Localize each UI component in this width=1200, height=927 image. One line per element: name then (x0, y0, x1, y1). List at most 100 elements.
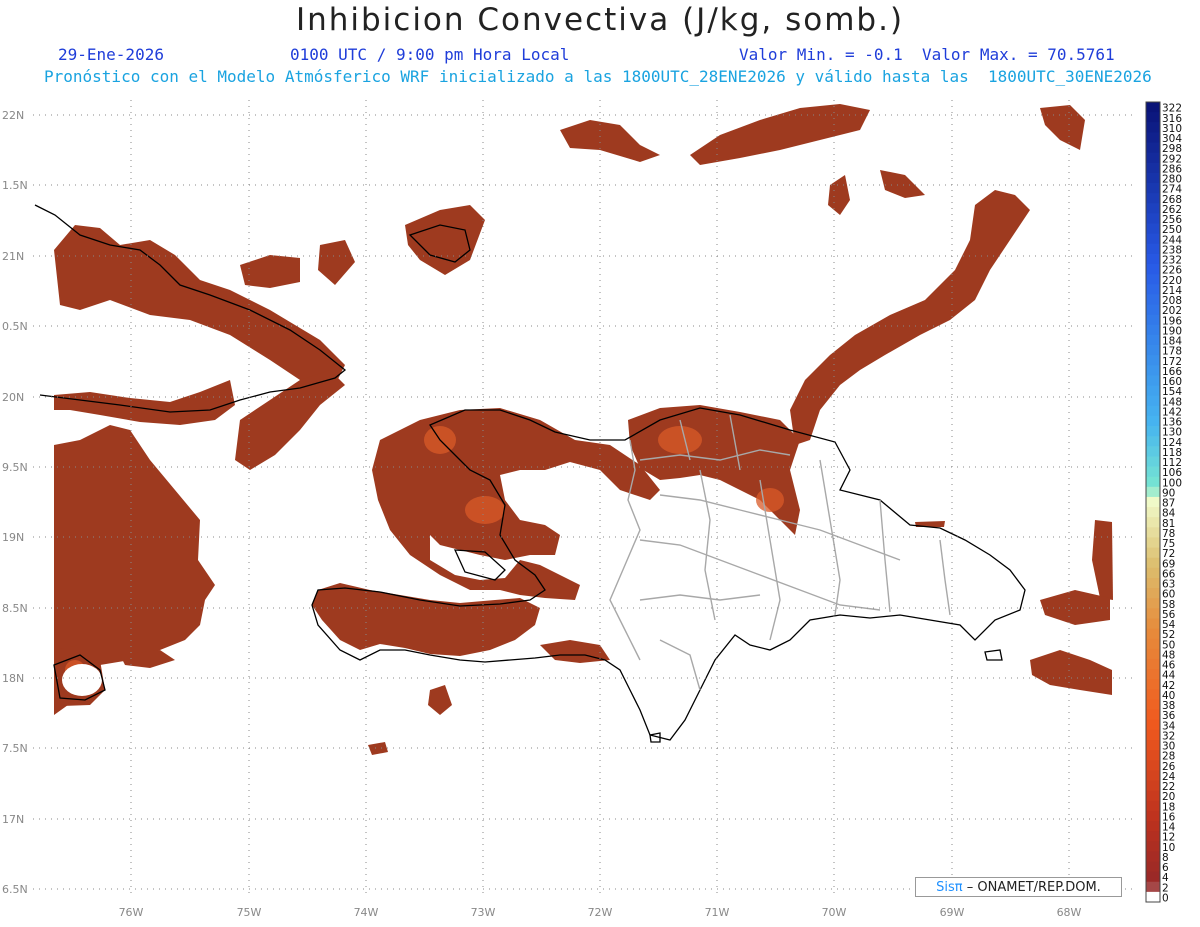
colorbar-swatch (1146, 132, 1160, 144)
colorbar-swatch (1146, 355, 1160, 366)
lat-label: 21N (2, 250, 24, 263)
colorbar-swatch (1146, 436, 1160, 447)
colorbar-swatch (1146, 800, 1160, 812)
colorbar-swatch (1146, 557, 1160, 569)
colorbar-swatch (1146, 588, 1160, 599)
colorbar-swatch (1146, 891, 1160, 903)
colorbar-swatch (1146, 365, 1160, 376)
colorbar-swatch (1146, 253, 1160, 265)
colorbar-swatch (1146, 426, 1160, 437)
colorbar-swatch (1146, 820, 1160, 832)
credit-text: – ONAMET/REP.DOM. (966, 880, 1101, 895)
colorbar-swatch (1146, 446, 1160, 457)
colorbar-swatch (1146, 719, 1160, 731)
colorbar-swatch (1146, 486, 1160, 498)
colorbar-swatch (1146, 699, 1160, 711)
colorbar-swatch (1146, 264, 1160, 275)
colorbar: 3223163103042982922862802742682622562502… (1146, 102, 1182, 904)
colorbar-swatch (1146, 345, 1160, 356)
colorbar-swatch (1146, 658, 1160, 670)
colorbar-swatch (1146, 122, 1160, 133)
colorbar-swatch (1146, 507, 1160, 518)
jamaica-interior (62, 664, 102, 696)
colorbar-swatch (1146, 284, 1160, 295)
credit-box: Sisπ – ONAMET/REP.DOM. (915, 877, 1122, 897)
colorbar-swatch (1146, 679, 1160, 690)
colorbar-swatch (1146, 790, 1160, 802)
lat-label: 9.5N (2, 461, 28, 474)
lat-label: 18N (2, 672, 24, 685)
lon-label: 75W (237, 906, 262, 919)
lat-label: 1.5N (2, 179, 28, 192)
colorbar-swatch (1146, 871, 1160, 883)
colorbar-swatch (1146, 608, 1160, 619)
lon-label: 69W (940, 906, 965, 919)
cin-highlight-3 (658, 426, 702, 454)
colorbar-swatch (1146, 183, 1160, 194)
lon-label: 73W (471, 906, 496, 919)
colorbar-swatch (1146, 598, 1160, 609)
colorbar-swatch (1146, 669, 1160, 680)
colorbar-swatch (1146, 193, 1160, 204)
colorbar-swatch (1146, 112, 1160, 123)
lat-label: 7.5N (2, 742, 28, 755)
colorbar-swatch (1146, 618, 1160, 630)
colorbar-swatch (1146, 831, 1160, 842)
colorbar-swatch (1146, 152, 1160, 164)
colorbar-swatch (1146, 415, 1160, 427)
lat-label: 8.5N (2, 602, 28, 615)
colorbar-swatch (1146, 203, 1160, 214)
colorbar-swatch (1146, 567, 1160, 579)
colorbar-swatch (1146, 233, 1160, 245)
colorbar-swatch (1146, 213, 1160, 225)
lon-label: 72W (588, 906, 613, 919)
colorbar-swatch (1146, 324, 1160, 336)
lon-label: 76W (119, 906, 144, 919)
lon-label: 71W (705, 906, 730, 919)
colorbar-swatch (1146, 851, 1160, 862)
colorbar-swatch (1146, 750, 1160, 761)
latitude-labels: 22N 1.5N 21N 0.5N 20N 9.5N 19N 8.5N 18N … (2, 109, 28, 896)
colorbar-swatch (1146, 628, 1160, 640)
sis-logo-text: Sisπ (936, 880, 963, 895)
lat-label: 0.5N (2, 320, 28, 333)
colorbar-swatch (1146, 547, 1160, 559)
colorbar-swatch (1146, 760, 1160, 771)
map-area (33, 98, 1136, 898)
colorbar-swatch (1146, 729, 1160, 741)
map-canvas: 22N 1.5N 21N 0.5N 20N 9.5N 19N 8.5N 18N … (2, 98, 1182, 919)
colorbar-swatch (1146, 476, 1160, 488)
colorbar-label: 0 (1162, 892, 1169, 904)
colorbar-swatch (1146, 739, 1160, 751)
colorbar-swatch (1146, 274, 1160, 285)
colorbar-swatch (1146, 385, 1160, 397)
colorbar-swatch (1146, 861, 1160, 873)
colorbar-swatch (1146, 689, 1160, 700)
colorbar-swatch (1146, 102, 1160, 113)
colorbar-swatch (1146, 456, 1160, 468)
colorbar-swatch (1146, 405, 1160, 417)
colorbar-swatch (1146, 304, 1160, 316)
colorbar-swatch (1146, 243, 1160, 255)
lat-label: 22N (2, 109, 24, 122)
colorbar-swatch (1146, 517, 1160, 528)
colorbar-swatch (1146, 638, 1160, 650)
lat-label: 20N (2, 391, 24, 404)
colorbar-swatch (1146, 577, 1160, 589)
cin-highlight-2 (465, 496, 505, 524)
colorbar-swatch (1146, 810, 1160, 822)
colorbar-swatch (1146, 162, 1160, 174)
colorbar-swatch (1146, 172, 1160, 184)
jamaica-hole (62, 664, 102, 696)
colorbar-swatch (1146, 466, 1160, 478)
colorbar-swatch (1146, 334, 1160, 346)
colorbar-swatch (1146, 841, 1160, 852)
lat-label: 17N (2, 813, 24, 826)
lat-label: 6.5N (2, 883, 28, 896)
lon-label: 68W (1057, 906, 1082, 919)
lat-label: 19N (2, 531, 24, 544)
colorbar-swatch (1146, 881, 1160, 893)
colorbar-swatch (1146, 709, 1160, 721)
colorbar-swatch (1146, 294, 1160, 306)
cin-highlight-5 (756, 488, 784, 512)
